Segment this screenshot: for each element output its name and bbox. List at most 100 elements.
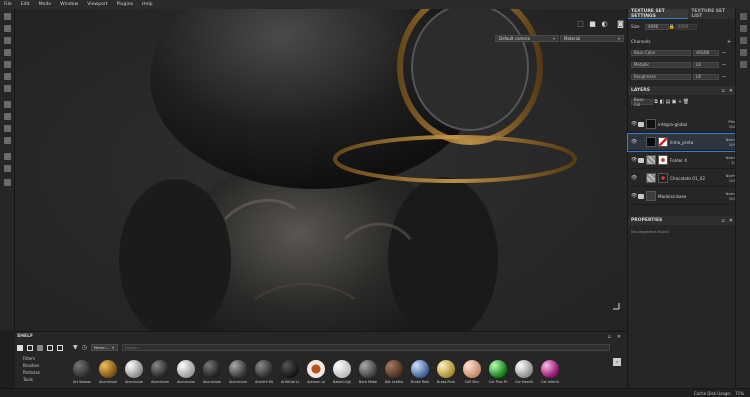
layer-row-selected[interactable]: 👁 linha_preta Norm 100	[627, 133, 737, 152]
visibility-eye-icon[interactable]: 👁	[631, 157, 637, 163]
filter-icon[interactable]: ▼	[73, 344, 78, 351]
import-icon[interactable]	[37, 344, 43, 351]
export-icon[interactable]	[47, 344, 53, 351]
layer-row[interactable]: 👁 Folder 4 Norm 37	[628, 152, 736, 169]
material-tile[interactable]: Aluminium ...	[99, 360, 117, 384]
remove-channel-icon[interactable]: −	[721, 62, 727, 68]
shelf-search-input[interactable]	[121, 344, 610, 351]
material-tile[interactable]: Car Plus Pai...	[489, 360, 507, 384]
screenshot-camera-icon[interactable]: ◙	[617, 21, 624, 28]
projection-icon[interactable]	[4, 37, 11, 44]
menu-file[interactable]: File	[4, 2, 12, 7]
material-tile[interactable]: Brass Pure	[437, 360, 455, 384]
float-panel-icon[interactable]: ▫	[608, 334, 611, 340]
material-tile[interactable]: Aluminium ...	[177, 360, 195, 384]
geometry-icon[interactable]	[4, 113, 11, 120]
measure-icon[interactable]	[4, 137, 11, 144]
menu-edit[interactable]: Edit	[21, 2, 30, 7]
menu-window[interactable]: Window	[60, 2, 78, 7]
material-tile[interactable]: Brake Rotor...	[411, 360, 429, 384]
visibility-eye-icon[interactable]: 👁	[631, 139, 637, 145]
close-icon[interactable]: ✕	[729, 88, 733, 94]
material-tile[interactable]: Bare Metal	[359, 360, 377, 384]
picker-icon[interactable]	[4, 85, 11, 92]
camera-cube-icon[interactable]: ■	[589, 21, 596, 28]
camera-select[interactable]: Default camera ▾	[495, 35, 559, 42]
clone-icon[interactable]	[4, 73, 11, 80]
log-icon[interactable]	[740, 61, 747, 68]
material-preview	[73, 360, 91, 378]
sync-icon[interactable]	[57, 344, 63, 351]
close-icon[interactable]: ✕	[112, 345, 115, 350]
close-icon[interactable]: ✕	[617, 334, 621, 340]
shelf-category[interactable]: Brushes	[23, 363, 39, 368]
material-tile[interactable]: Autumn Leaf	[307, 360, 325, 384]
eraser-icon[interactable]	[4, 25, 11, 32]
float-panel-icon[interactable]: ▫	[721, 218, 724, 224]
material-label: Art Season T...	[73, 380, 91, 384]
tab-texture-set-settings[interactable]: TEXTURE SET SETTINGS	[628, 9, 689, 19]
close-icon[interactable]: ✕	[729, 218, 733, 224]
size-select-secondary[interactable]: 4096	[675, 23, 697, 30]
filter-chip[interactable]: Materi... ✕	[90, 344, 118, 351]
remove-channel-icon[interactable]: −	[721, 50, 727, 56]
material-tile[interactable]: Aluminium ...	[151, 360, 169, 384]
panel-icon[interactable]	[740, 13, 747, 20]
size-select[interactable]: 4096	[645, 23, 669, 30]
remove-channel-icon[interactable]: −	[721, 74, 727, 80]
layer-row[interactable]: 👁 integra-global Pthr 100	[628, 116, 736, 133]
material-tile[interactable]: Car Interior...	[541, 360, 559, 384]
grid-view-icon[interactable]	[613, 358, 621, 366]
settings-icon[interactable]	[4, 179, 11, 186]
layer-row[interactable]: 👁 Chocolate 01_02 Norm 100	[628, 170, 736, 187]
visibility-eye-icon[interactable]: 👁	[631, 193, 637, 199]
menu-help[interactable]: Help	[142, 2, 152, 7]
text-icon[interactable]	[4, 153, 11, 160]
uv-icon[interactable]	[4, 125, 11, 132]
material-tile[interactable]: Artificial Lea...	[281, 360, 299, 384]
3d-viewport[interactable]: Default camera ▾ Material ▾ ⬚ ■ ◐ ◙	[15, 9, 627, 331]
visibility-eye-icon[interactable]: 👁	[631, 175, 637, 181]
new-window-icon[interactable]	[27, 344, 33, 351]
material-tile[interactable]: Bat Leather	[385, 360, 403, 384]
history-icon[interactable]	[740, 49, 747, 56]
paint-brush-icon[interactable]	[4, 13, 11, 20]
channel-format-select[interactable]: L8	[693, 73, 719, 80]
polygon-fill-icon[interactable]	[4, 49, 11, 56]
folder-icon[interactable]	[17, 344, 23, 351]
material-preview	[515, 360, 533, 378]
recent-icon[interactable]: ◷	[82, 344, 87, 351]
tab-texture-set-list[interactable]: TEXTURE SET LIST	[688, 9, 736, 19]
float-panel-icon[interactable]: ▫	[721, 88, 724, 94]
layer-name: integra-global	[658, 121, 688, 127]
display-settings-icon[interactable]: ◐	[601, 21, 608, 28]
viewport-mode-icon[interactable]: ⬚	[577, 21, 584, 28]
material-tile[interactable]: Car Headlin...	[515, 360, 533, 384]
add-channel-icon[interactable]: +	[726, 39, 732, 45]
material-tile[interactable]: Baked Light...	[333, 360, 351, 384]
display-icon[interactable]	[740, 25, 747, 32]
material-tile[interactable]: Ancient Metal	[255, 360, 273, 384]
channel-format-select[interactable]: sRGB8	[693, 49, 719, 56]
shelf-category[interactable]: Filters	[23, 356, 35, 361]
render-icon[interactable]	[4, 165, 11, 172]
bake-icon[interactable]	[4, 101, 11, 108]
smudge-icon[interactable]	[4, 61, 11, 68]
menu-plugins[interactable]: Plugins	[117, 2, 133, 7]
material-tile[interactable]: Calf Skin	[463, 360, 481, 384]
material-view-select[interactable]: Material ▾	[560, 35, 624, 42]
material-tile[interactable]: Aluminium ...	[229, 360, 247, 384]
layer-row[interactable]: 👁 Madeira-base Norm 100	[628, 188, 736, 205]
shelf-category[interactable]: Particles	[23, 370, 40, 375]
menu-viewport[interactable]: Viewport	[87, 2, 107, 7]
visibility-eye-icon[interactable]: 👁	[631, 121, 637, 127]
menu-mode[interactable]: Mode	[39, 2, 52, 7]
material-tile[interactable]: Art Season T...	[73, 360, 91, 384]
channel-filter-select[interactable]: Base Col	[631, 97, 653, 107]
material-tile[interactable]: Aluminium ...	[203, 360, 221, 384]
delete-layer-icon[interactable]: 🗑	[683, 99, 689, 105]
shelf-category[interactable]: Tools	[23, 377, 33, 382]
shader-icon[interactable]	[740, 37, 747, 44]
material-tile[interactable]: Aluminium ...	[125, 360, 143, 384]
channel-format-select[interactable]: L8	[693, 61, 719, 68]
